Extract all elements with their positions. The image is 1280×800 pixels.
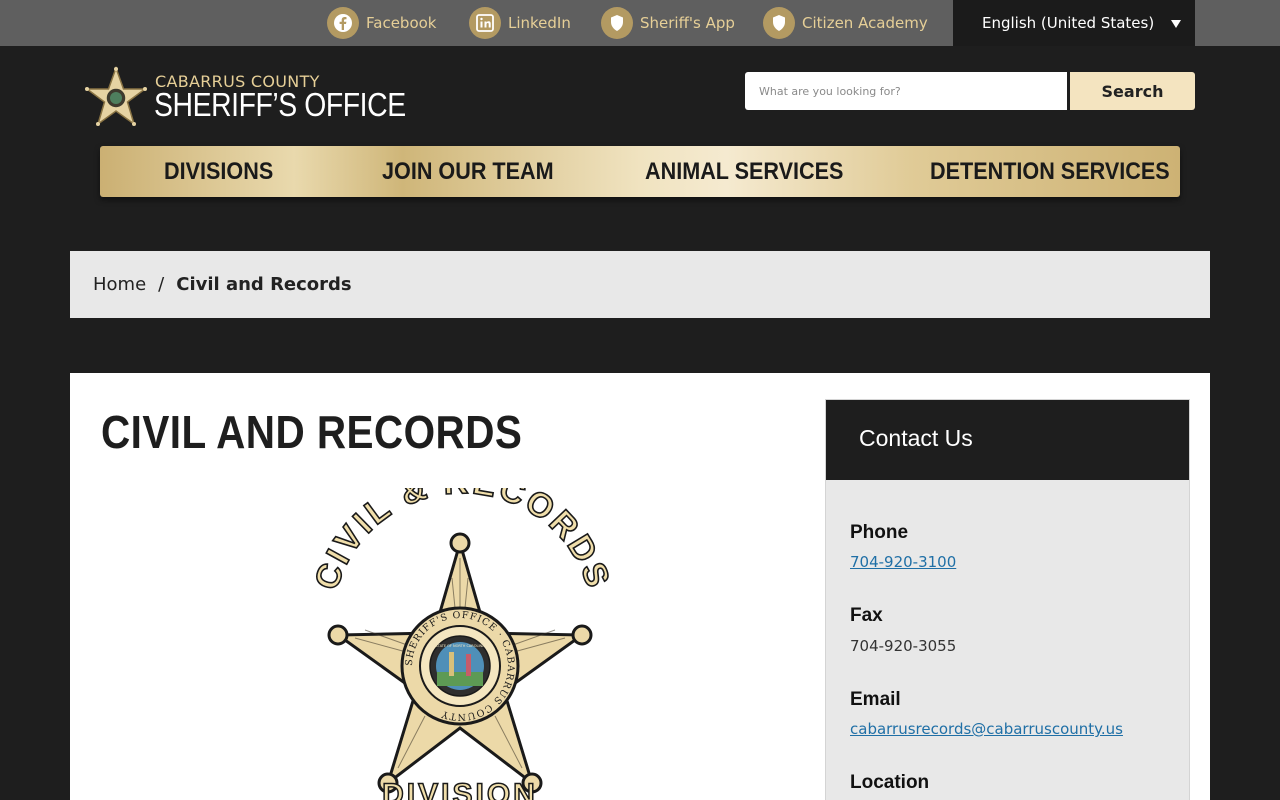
fax-value: 704-920-3055 xyxy=(850,637,957,655)
contact-heading: Contact Us xyxy=(826,400,1189,480)
site-logo[interactable]: CABARRUS COUNTY SHERIFF’S OFFICE xyxy=(84,66,406,132)
sheriff-star-icon xyxy=(84,66,148,126)
badge-bottom-text: DIVISION xyxy=(382,778,538,800)
linkedin-label: LinkedIn xyxy=(508,14,571,32)
contact-card: Contact Us Phone 704-920-3100 Fax 704-92… xyxy=(825,399,1190,800)
search-input[interactable] xyxy=(745,72,1067,110)
fax-label: Fax xyxy=(850,605,883,626)
breadcrumb-home[interactable]: Home xyxy=(93,274,146,295)
phone-label: Phone xyxy=(850,522,909,543)
page-title: CIVIL AND RECORDS xyxy=(101,406,523,458)
shield-icon xyxy=(763,7,795,39)
breadcrumb-current: Civil and Records xyxy=(176,274,352,295)
email-link[interactable]: cabarrusrecords@cabarruscounty.us xyxy=(850,720,1123,738)
sheriffs-app-link[interactable]: Sheriff's App xyxy=(601,7,735,39)
nav-detention-services[interactable]: DETENTION SERVICES xyxy=(930,146,1170,197)
breadcrumb: Home / Civil and Records xyxy=(70,251,1210,318)
breadcrumb-separator: / xyxy=(158,274,165,295)
facebook-label: Facebook xyxy=(366,14,437,32)
badge-seal-text: STATE OF NORTH CAROLINA xyxy=(435,644,485,648)
search-button[interactable]: Search xyxy=(1070,72,1195,110)
civil-records-badge-image: CIVIL & RECORDS SHERIFF'S OFFICE · CABAR… xyxy=(307,488,616,800)
nav-divisions[interactable]: DIVISIONS xyxy=(164,146,273,197)
nav-animal-services[interactable]: ANIMAL SERVICES xyxy=(645,146,843,197)
nav-join-our-team[interactable]: JOIN OUR TEAM xyxy=(382,146,554,197)
logo-office: SHERIFF’S OFFICE xyxy=(154,86,406,123)
citizen-academy-label: Citizen Academy xyxy=(802,14,928,32)
citizen-academy-link[interactable]: Citizen Academy xyxy=(763,7,928,39)
location-label: Location xyxy=(850,772,930,793)
main-nav: DIVISIONS JOIN OUR TEAM ANIMAL SERVICES … xyxy=(100,146,1180,197)
email-label: Email xyxy=(850,689,901,710)
sheriffs-app-label: Sheriff's App xyxy=(640,14,735,32)
main-content: CIVIL AND RECORDS CIVIL & RECORDS SHERIF… xyxy=(70,373,1210,800)
utility-bar: Facebook LinkedIn Sheriff's App Citizen … xyxy=(0,0,1280,46)
facebook-icon xyxy=(327,7,359,39)
shield-icon xyxy=(601,7,633,39)
chevron-down-icon xyxy=(1171,20,1181,28)
language-value: English (United States) xyxy=(982,14,1155,32)
facebook-link[interactable]: Facebook xyxy=(327,7,436,39)
linkedin-icon xyxy=(469,7,501,39)
phone-link[interactable]: 704-920-3100 xyxy=(850,553,956,571)
linkedin-link[interactable]: LinkedIn xyxy=(469,7,571,39)
language-select[interactable]: English (United States) xyxy=(953,0,1195,46)
